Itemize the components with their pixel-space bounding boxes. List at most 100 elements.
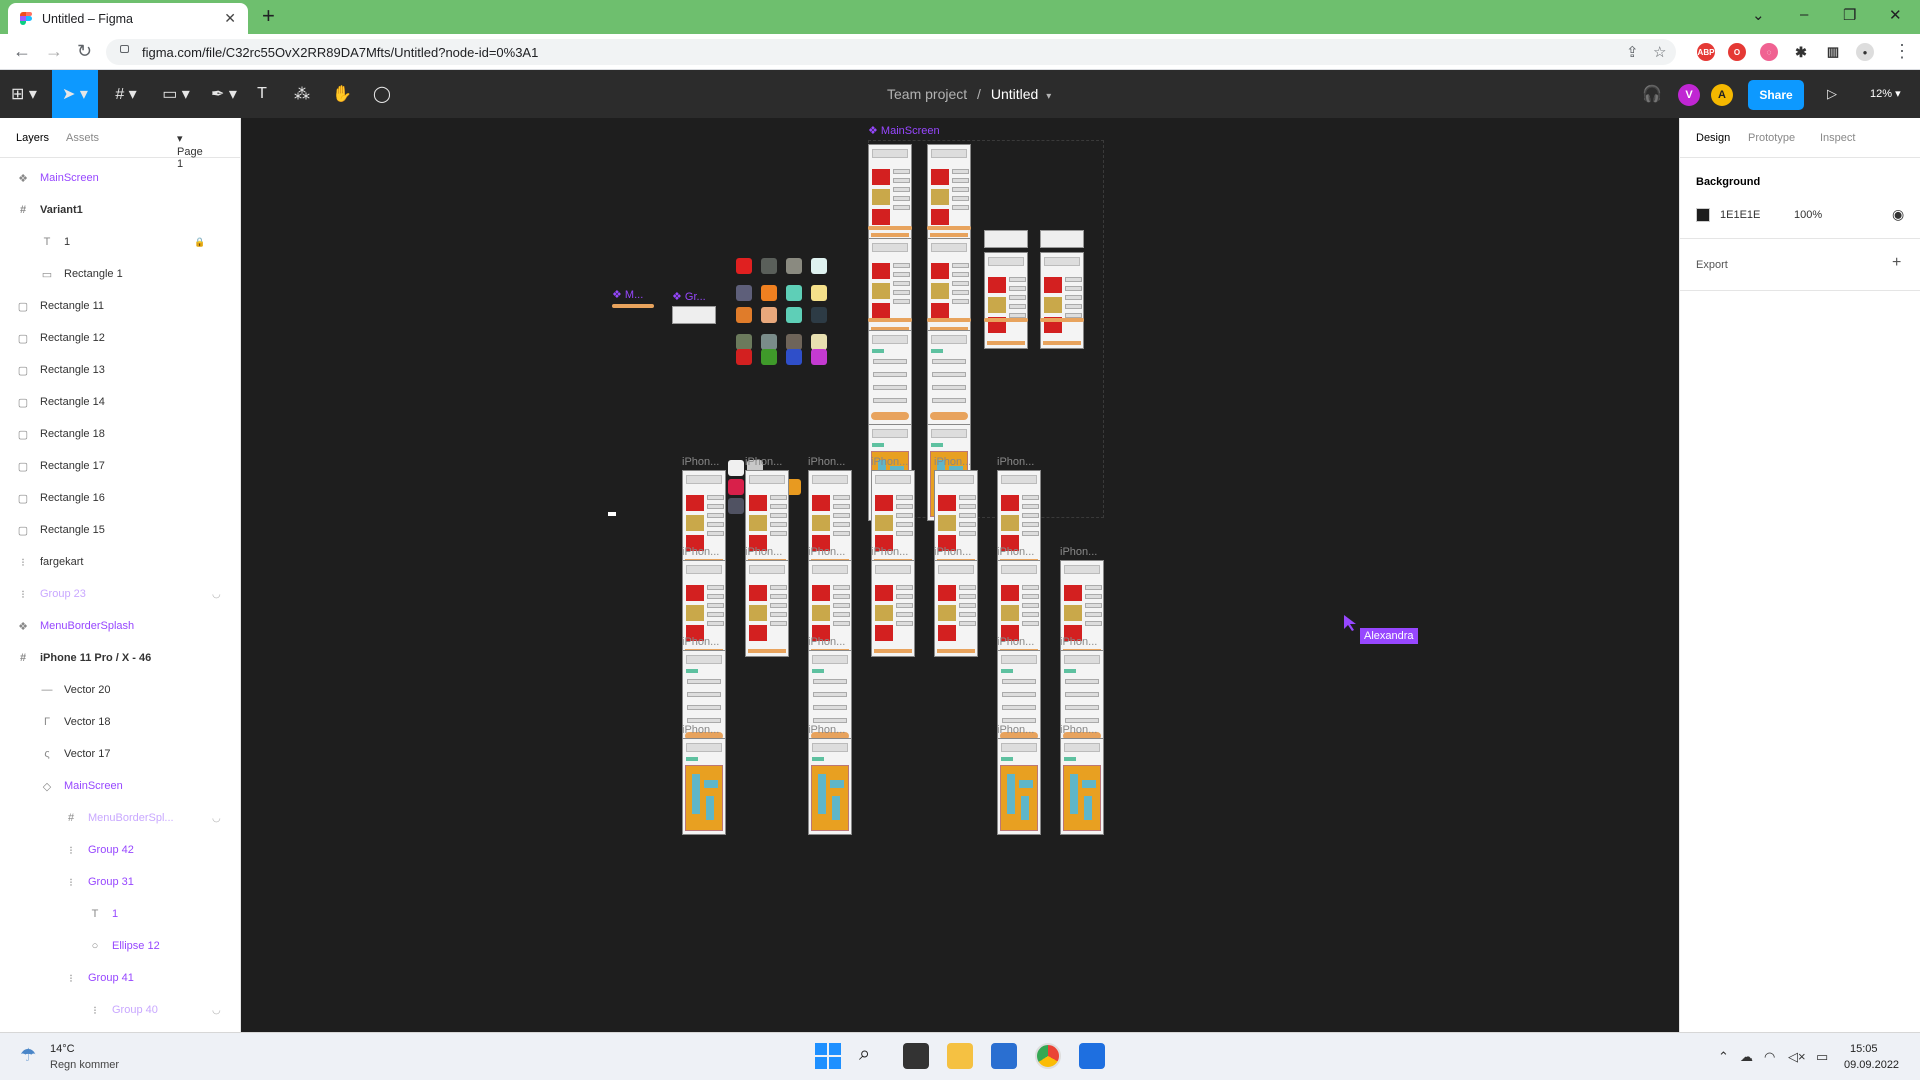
clock-date[interactable]: 09.09.2022 <box>1844 1059 1899 1071</box>
layer-item[interactable]: ⁝ Group 41 <box>0 962 240 994</box>
text-tool-icon[interactable]: T <box>250 70 274 118</box>
frame-label-iphone[interactable]: iPhon... <box>808 724 845 736</box>
frame-label-iphone[interactable]: iPhon... <box>997 724 1034 736</box>
page-selector[interactable]: Page 1 ▾ <box>177 132 203 170</box>
color-swatch[interactable] <box>786 285 802 301</box>
color-swatch[interactable] <box>811 349 827 365</box>
color-swatch[interactable] <box>761 285 777 301</box>
new-tab-button[interactable]: + <box>262 5 275 27</box>
layer-item[interactable]: ▢ Rectangle 14 <box>0 386 240 418</box>
tab-assets[interactable]: Assets <box>66 132 99 144</box>
restore-button[interactable]: ❐ <box>1843 6 1856 24</box>
iphone-frame[interactable] <box>934 560 978 657</box>
menu-border-variant[interactable] <box>927 318 971 322</box>
frame-label-iphone[interactable]: iPhon... <box>1060 724 1097 736</box>
share-page-icon[interactable]: ⇪ <box>1626 43 1639 61</box>
layer-item[interactable]: ⁝ fargekart <box>0 546 240 578</box>
pen-tool-icon[interactable]: ✒ ▾ <box>204 70 244 118</box>
layer-item[interactable]: ⁝ Group 23 ◡ <box>0 578 240 610</box>
frame-label-iphone[interactable]: iPhon... <box>808 546 845 558</box>
clock-time[interactable]: 15:05 <box>1850 1043 1878 1055</box>
layer-item[interactable]: ⁝ Group 42 <box>0 834 240 866</box>
frame-label-iphone[interactable]: iPhon... <box>808 636 845 648</box>
frame-label-iphone[interactable]: iPhon... <box>934 546 971 558</box>
tab-prototype[interactable]: Prototype <box>1748 132 1795 144</box>
audio-headphones-icon[interactable]: 🎧 <box>1640 70 1664 118</box>
browser-menu-icon[interactable]: ⋮ <box>1893 41 1911 62</box>
layer-item[interactable]: ▢ Rectangle 11 <box>0 290 240 322</box>
layer-item[interactable]: ▢ Rectangle 16 <box>0 482 240 514</box>
color-swatch[interactable] <box>728 498 744 514</box>
layer-item[interactable]: ❖ MainScreen <box>0 162 240 194</box>
color-swatch[interactable] <box>761 258 777 274</box>
color-swatch[interactable] <box>728 479 744 495</box>
color-swatch[interactable] <box>786 258 802 274</box>
frame-label-iphone[interactable]: iPhon... <box>682 724 719 736</box>
layer-item[interactable]: T1 <box>0 898 240 930</box>
extension-icon[interactable]: ◌ <box>1760 43 1778 61</box>
forward-arrow-icon[interactable]: → <box>45 41 63 62</box>
microsoft-store-icon[interactable] <box>991 1043 1017 1069</box>
iphone-frame[interactable] <box>871 560 915 657</box>
color-swatch[interactable] <box>786 307 802 323</box>
add-export-button[interactable]: + <box>1892 254 1901 272</box>
hidden-eye-icon[interactable]: ◡ <box>212 1005 221 1016</box>
tab-search-icon[interactable]: ⌄ <box>1752 6 1765 24</box>
chevron-down-icon[interactable]: ▾ <box>1046 91 1051 102</box>
color-swatch[interactable] <box>786 334 802 350</box>
frame-label-iphone[interactable]: iPhon... <box>745 546 782 558</box>
menu-border-variant[interactable] <box>984 318 1028 322</box>
battery-icon[interactable]: ▭ <box>1816 1049 1828 1065</box>
frame-label-iphone[interactable]: iPhon... <box>682 636 719 648</box>
url-bar[interactable]: figma.com/file/C32rc55OvX2RR89DA7Mfts/Un… <box>106 39 1676 65</box>
rectangle-tool-icon[interactable]: ▭ ▾ <box>156 70 196 118</box>
color-swatch[interactable] <box>736 349 752 365</box>
canvas[interactable]: ❖ MainScreen ❖ M... ❖ Gr... iPhon... iPho… <box>241 118 1679 1032</box>
avatar[interactable]: V <box>1678 84 1700 106</box>
reload-icon[interactable]: ↻ <box>77 41 92 62</box>
iphone-frame[interactable] <box>927 330 971 427</box>
background-opacity-input[interactable]: 100% <box>1794 209 1822 221</box>
frame-label-iphone[interactable]: iPhon... <box>997 636 1034 648</box>
background-hex-input[interactable]: 1E1E1E <box>1720 209 1760 221</box>
avatar[interactable]: A <box>1711 84 1733 106</box>
weather-desc[interactable]: Regn kommer <box>50 1059 119 1071</box>
iphone-frame[interactable] <box>868 330 912 427</box>
frame-label-iphone[interactable]: iPhon... <box>1060 636 1097 648</box>
tab-inspect[interactable]: Inspect <box>1820 132 1855 144</box>
frame-label-iphone[interactable]: iPhon... <box>934 456 971 468</box>
frame-tool-icon[interactable]: # ▾ <box>106 70 146 118</box>
background-color-swatch[interactable] <box>1696 208 1710 222</box>
side-panel-icon[interactable]: ▥ <box>1824 43 1842 61</box>
frame-label-iphone[interactable]: iPhon... <box>997 546 1034 558</box>
close-tab-icon[interactable]: ✕ <box>224 10 236 27</box>
chevron-up-icon[interactable]: ⌃ <box>1718 1049 1729 1065</box>
menu-border-variant[interactable] <box>868 318 912 322</box>
layer-item[interactable]: ○ Ellipse 12 <box>0 930 240 962</box>
layer-item[interactable]: # iPhone 11 Pro / X - 46 <box>0 642 240 674</box>
wifi-icon[interactable]: ◠ <box>1764 1049 1775 1065</box>
color-swatch[interactable] <box>736 285 752 301</box>
main-menu-icon[interactable]: ⊞ ▾ <box>8 70 40 118</box>
lock-icon[interactable]: 🔒 <box>194 237 205 248</box>
iphone-frame[interactable] <box>984 252 1028 349</box>
iphone-frame[interactable] <box>682 738 726 835</box>
browser-tab[interactable]: Untitled – Figma ✕ <box>8 3 248 34</box>
frame-label-iphone[interactable]: iPhon... <box>1060 546 1097 558</box>
file-explorer-icon[interactable] <box>947 1043 973 1069</box>
layer-item[interactable]: ◇ MainScreen <box>0 770 240 802</box>
menu-border-component[interactable] <box>612 304 654 308</box>
frame-label-iphone[interactable]: iPhon... <box>682 456 719 468</box>
color-swatch[interactable] <box>811 258 827 274</box>
menu-border-variant[interactable] <box>868 226 912 230</box>
color-swatch[interactable] <box>786 349 802 365</box>
iphone-frame[interactable] <box>997 738 1041 835</box>
move-tool-icon[interactable]: ➤ ▾ <box>52 70 98 118</box>
iphone-frame[interactable] <box>808 738 852 835</box>
comment-tool-icon[interactable]: ◯ <box>370 70 394 118</box>
layer-item[interactable]: — Vector 20 <box>0 674 240 706</box>
resources-tool-icon[interactable]: ⁂ <box>290 70 314 118</box>
frame-label-iphone[interactable]: iPhon... <box>997 456 1034 468</box>
bookmark-star-icon[interactable]: ☆ <box>1653 43 1666 61</box>
layer-item[interactable]: ⁝ Group 31 <box>0 866 240 898</box>
